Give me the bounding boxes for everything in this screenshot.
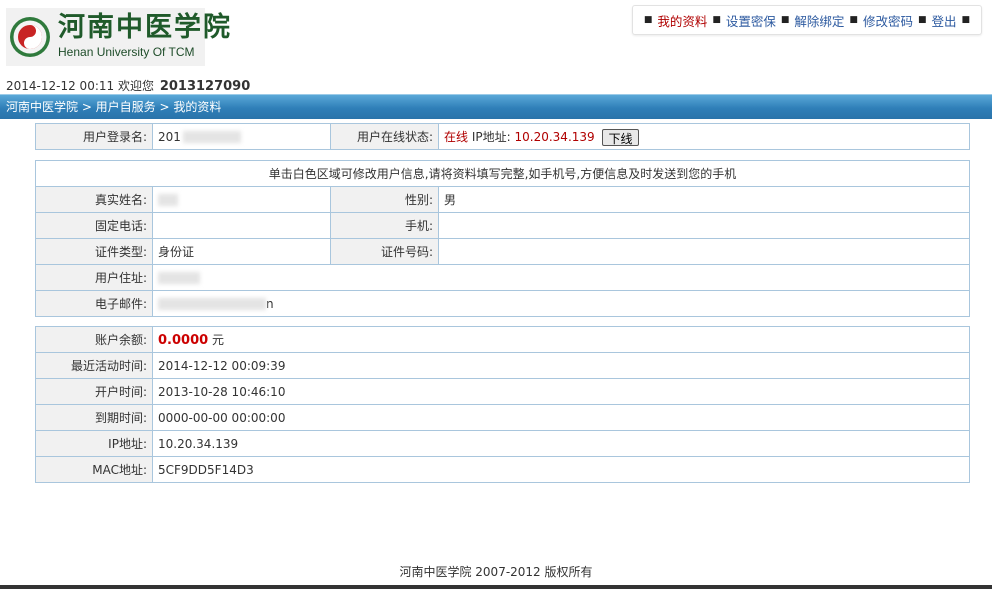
logo: 河南中医学院 Henan University Of TCM bbox=[6, 8, 230, 66]
email-suffix: n bbox=[266, 296, 274, 311]
logo-text-cn: 河南中医学院 bbox=[58, 12, 232, 43]
email-field[interactable]: n bbox=[152, 290, 970, 317]
redacted-blur bbox=[158, 194, 178, 206]
address-label: 用户住址: bbox=[35, 264, 153, 291]
profile-table: 单击白色区域可修改用户信息,请将资料填写完整,如手机号,方便信息及时发送到您的手… bbox=[35, 160, 970, 317]
table-row: IP地址: 10.20.34.139 bbox=[35, 430, 970, 457]
table-row: 到期时间: 0000-00-00 00:00:00 bbox=[35, 404, 970, 431]
gender-label: 性别: bbox=[330, 186, 439, 213]
table-row: 最近活动时间: 2014-12-12 00:09:39 bbox=[35, 352, 970, 379]
table-row: 真实姓名: 性别: 男 bbox=[35, 186, 970, 213]
login-name-label: 用户登录名: bbox=[35, 123, 153, 150]
table-row: 用户登录名: 201 用户在线状态: 在线 IP地址: 10.20.34.139… bbox=[35, 123, 970, 150]
logo-text-en: Henan University Of TCM bbox=[58, 45, 195, 59]
bullet-icon: ■ bbox=[780, 15, 790, 25]
offline-button[interactable]: 下线 bbox=[602, 128, 639, 146]
account-ip-value: 10.20.34.139 bbox=[152, 430, 970, 457]
table-row: 固定电话: 手机: bbox=[35, 212, 970, 239]
bullet-icon: ■ bbox=[961, 15, 970, 25]
online-status-label: 用户在线状态: bbox=[330, 123, 439, 150]
bottom-divider bbox=[0, 585, 992, 589]
table-row: 开户时间: 2013-10-28 10:46:10 bbox=[35, 378, 970, 405]
nav-my-profile-link[interactable]: 我的资料 bbox=[657, 11, 707, 30]
university-emblem-icon bbox=[10, 17, 50, 57]
user-id: 2013127090 bbox=[159, 79, 251, 94]
edit-notice: 单击白色区域可修改用户信息,请将资料填写完整,如手机号,方便信息及时发送到您的手… bbox=[35, 160, 970, 187]
table-row: 证件类型: 身份证 证件号码: bbox=[35, 238, 970, 265]
online-status-value: 在线 bbox=[444, 129, 469, 144]
top-navigation: ■ 我的资料 ■ 设置密保 ■ 解除绑定 ■ 修改密码 ■ 登出 ■ bbox=[631, 5, 982, 35]
real-name-field[interactable] bbox=[152, 186, 331, 213]
id-type-field[interactable]: 身份证 bbox=[152, 238, 331, 265]
email-label: 电子邮件: bbox=[35, 290, 153, 317]
bullet-icon: ■ bbox=[917, 15, 927, 25]
login-name-value: 201 bbox=[158, 129, 181, 144]
breadcrumb: 河南中医学院 > 用户自服务 > 我的资料 bbox=[0, 94, 992, 119]
balance-unit: 元 bbox=[212, 333, 225, 347]
account-ip-label: IP地址: bbox=[35, 430, 153, 457]
nav-change-password-link[interactable]: 修改密码 bbox=[863, 11, 913, 30]
expire-time-value: 0000-00-00 00:00:00 bbox=[152, 404, 970, 431]
table-row: MAC地址: 5CF9DD5F14D3 bbox=[35, 456, 970, 483]
nav-logout-link[interactable]: 登出 bbox=[931, 11, 956, 30]
bullet-icon: ■ bbox=[712, 15, 721, 25]
login-status-table: 用户登录名: 201 用户在线状态: 在线 IP地址: 10.20.34.139… bbox=[35, 123, 970, 150]
mobile-label: 手机: bbox=[330, 212, 439, 239]
table-row: 单击白色区域可修改用户信息,请将资料填写完整,如手机号,方便信息及时发送到您的手… bbox=[35, 160, 970, 187]
last-active-label: 最近活动时间: bbox=[35, 352, 153, 379]
id-number-label: 证件号码: bbox=[330, 238, 439, 265]
real-name-label: 真实姓名: bbox=[35, 186, 153, 213]
gender-field[interactable]: 男 bbox=[438, 186, 970, 213]
nav-unbind-link[interactable]: 解除绑定 bbox=[794, 11, 844, 30]
balance-label: 账户余额: bbox=[35, 326, 153, 353]
table-row: 账户余额: 0.0000 元 bbox=[35, 326, 970, 353]
welcome-greeting: 欢迎您 bbox=[117, 79, 154, 93]
nav-set-security-link[interactable]: 设置密保 bbox=[726, 11, 776, 30]
redacted-blur bbox=[158, 298, 266, 310]
balance-value: 0.0000 bbox=[158, 333, 209, 348]
online-status-cell: 在线 IP地址: 10.20.34.139 下线 bbox=[438, 123, 970, 150]
balance-cell: 0.0000 元 bbox=[152, 326, 970, 353]
ip-value: 10.20.34.139 bbox=[514, 129, 595, 144]
ip-label: IP地址: bbox=[471, 129, 511, 144]
mobile-field[interactable] bbox=[438, 212, 970, 239]
current-datetime: 2014-12-12 00:11 bbox=[6, 79, 115, 93]
table-row: 用户住址: bbox=[35, 264, 970, 291]
last-active-value: 2014-12-12 00:09:39 bbox=[152, 352, 970, 379]
open-time-label: 开户时间: bbox=[35, 378, 153, 405]
phone-label: 固定电话: bbox=[35, 212, 153, 239]
address-field[interactable] bbox=[152, 264, 970, 291]
open-time-value: 2013-10-28 10:46:10 bbox=[152, 378, 970, 405]
expire-time-label: 到期时间: bbox=[35, 404, 153, 431]
mac-value: 5CF9DD5F14D3 bbox=[152, 456, 970, 483]
redacted-blur bbox=[182, 131, 241, 143]
id-number-field[interactable] bbox=[438, 238, 970, 265]
breadcrumb-text: 河南中医学院 > 用户自服务 > 我的资料 bbox=[6, 100, 222, 114]
id-type-label: 证件类型: bbox=[35, 238, 153, 265]
account-table: 账户余额: 0.0000 元 最近活动时间: 2014-12-12 00:09:… bbox=[35, 326, 970, 483]
table-row: 电子邮件: n bbox=[35, 290, 970, 317]
bullet-icon: ■ bbox=[643, 15, 653, 25]
phone-field[interactable] bbox=[152, 212, 331, 239]
login-name-cell: 201 bbox=[152, 123, 331, 150]
welcome-line: 2014-12-12 00:11 欢迎您 2013127090 bbox=[6, 77, 250, 94]
redacted-blur bbox=[158, 272, 200, 284]
bullet-icon: ■ bbox=[849, 15, 858, 25]
mac-label: MAC地址: bbox=[35, 456, 153, 483]
footer-copyright: 河南中医学院 2007-2012 版权所有 bbox=[399, 565, 593, 579]
